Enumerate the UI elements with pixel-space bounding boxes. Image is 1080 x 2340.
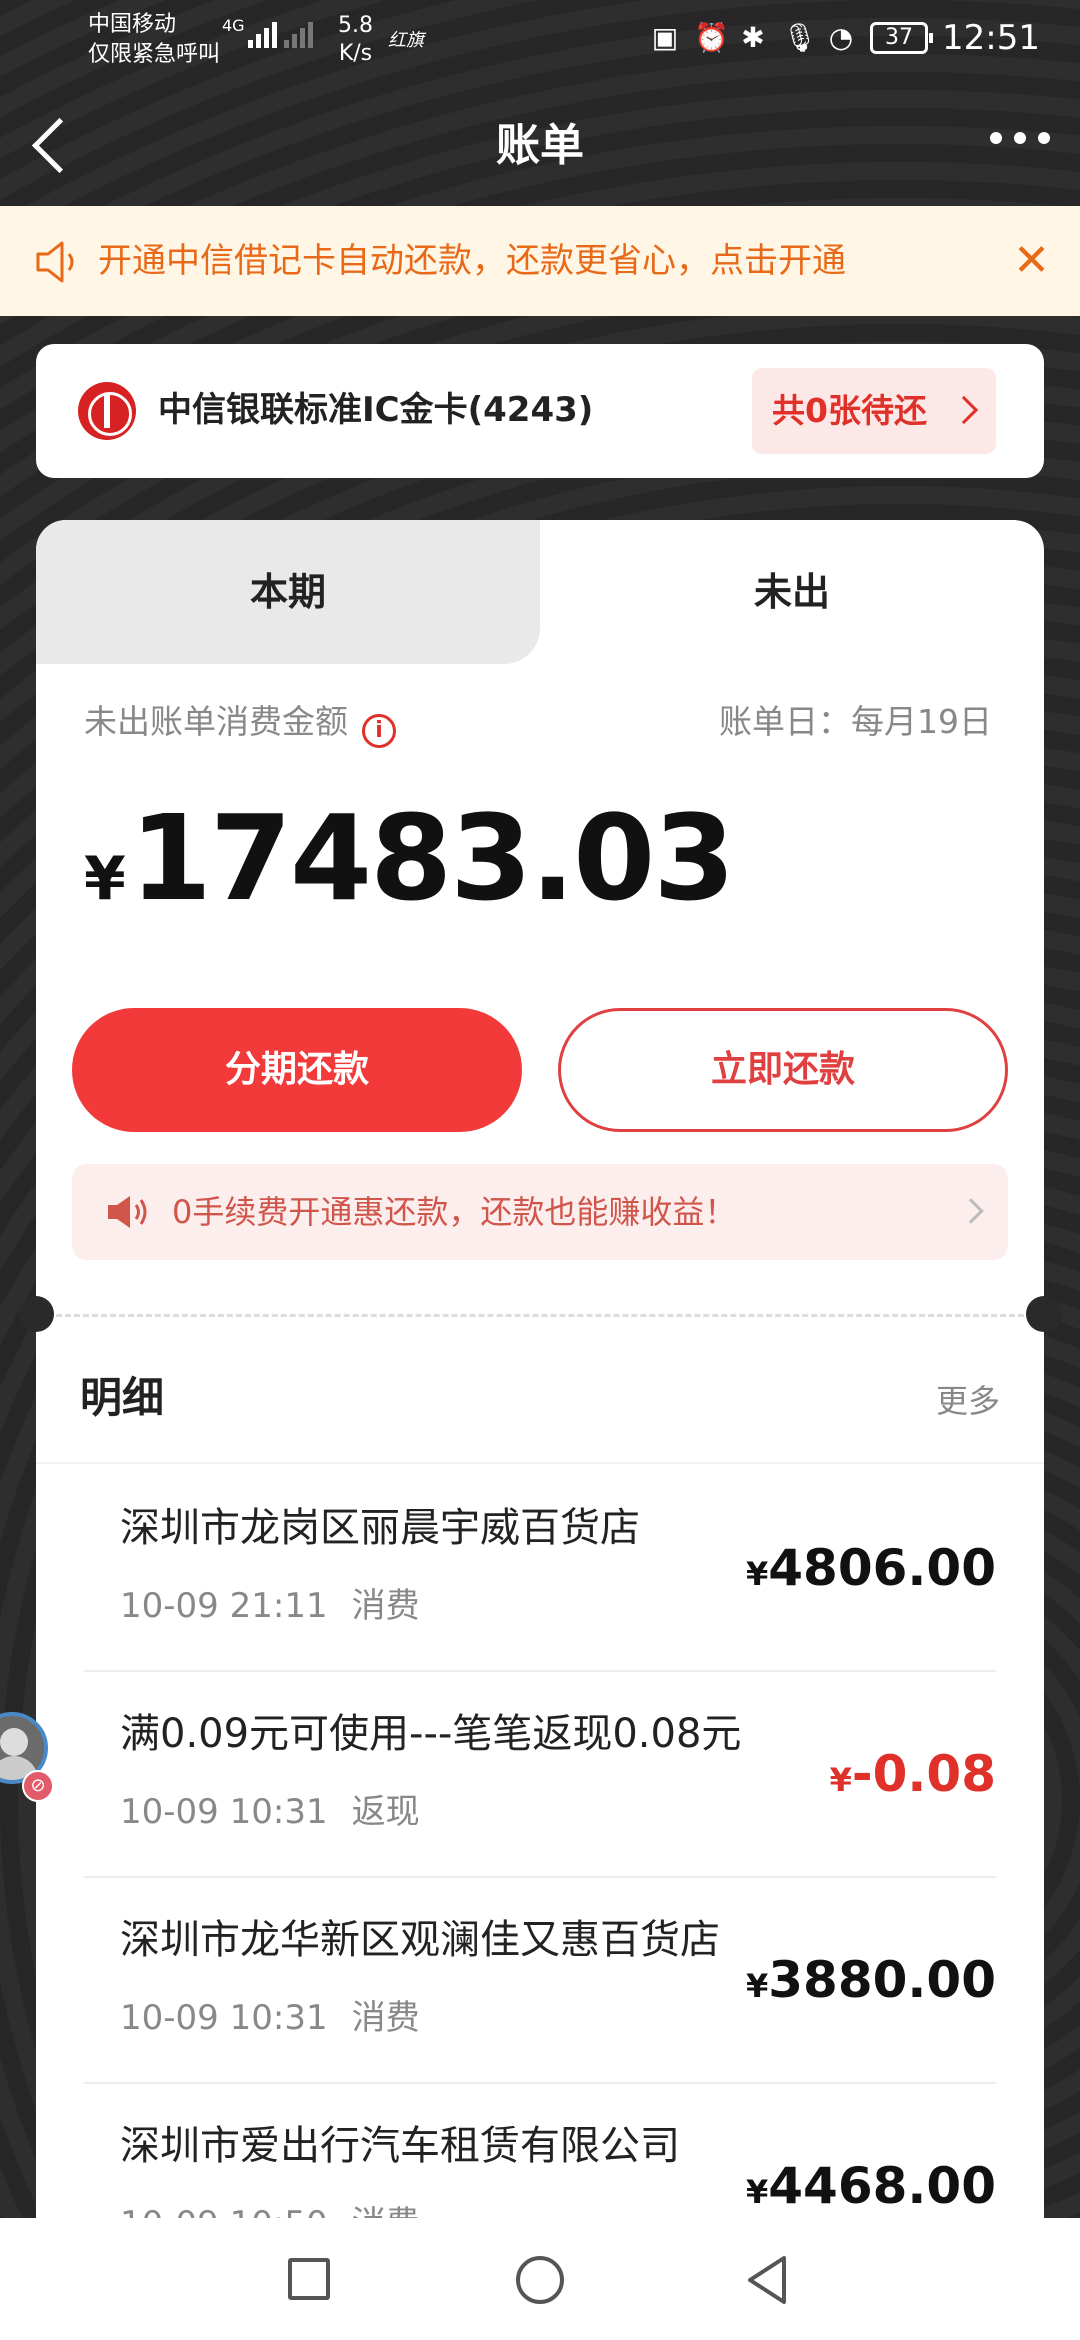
recent-apps-icon[interactable]	[288, 2258, 330, 2300]
back-nav-icon[interactable]	[744, 2254, 792, 2306]
installment-button[interactable]: 分期还款	[72, 1008, 522, 1132]
transaction-amount: ¥-0.08	[829, 1745, 996, 1803]
transaction-meta: 10-09 10:31 返现	[120, 1792, 420, 1832]
status-right: ▣ ⏰ ✱ 🎙 ◔ 37 12:51	[650, 18, 1040, 58]
details-title: 明细	[80, 1373, 165, 1422]
citic-bank-logo	[78, 382, 136, 440]
bill-card: 本期 未出 未出账单消费金额 i 账单日：每月19日 ¥17483.03 分期还款…	[36, 520, 1044, 2320]
transaction-row[interactable]: 深圳市龙华新区观澜佳又惠百货店 10-09 10:31 消费 ¥3880.00	[84, 1878, 996, 2084]
pay-now-button[interactable]: 立即还款	[558, 1008, 1008, 1132]
transaction-merchant: 满0.09元可使用---笔笔返现0.08元	[120, 1711, 742, 1757]
transaction-row[interactable]: 满0.09元可使用---笔笔返现0.08元 10-09 10:31 返现 ¥-0.…	[84, 1672, 996, 1878]
network-type: 4G	[222, 16, 245, 35]
network-speed: 5.8 K/s	[338, 13, 373, 66]
ticket-notch	[18, 1296, 54, 1332]
close-icon[interactable]: ✕	[1013, 236, 1050, 286]
tab-current-period[interactable]: 本期	[36, 520, 540, 664]
transaction-merchant: 深圳市龙岗区丽晨宇威百货店	[120, 1505, 640, 1551]
alarm-icon: ⏰	[694, 21, 729, 54]
pending-bills-label: 共0张待还	[772, 391, 927, 430]
card-selector[interactable]: 中信银联标准IC金卡(4243) 共0张待还	[36, 344, 1044, 478]
bluetooth-icon: ✱	[741, 21, 765, 54]
nfc-icon: ▣	[651, 21, 679, 54]
app-notification-icon: 红旗	[388, 30, 424, 51]
transaction-meta: 10-09 10:31 消费	[120, 1998, 420, 2038]
speaker-icon	[36, 241, 74, 283]
status-bar: 中国移动 仅限紧急呼叫 4G 5.8 K/s 红旗 ▣ ⏰ ✱ 🎙 ◔ 37 1…	[0, 0, 1080, 80]
transaction-amount: ¥4468.00	[746, 2157, 996, 2215]
transaction-amount: ¥4806.00	[746, 1539, 996, 1597]
transaction-merchant: 深圳市龙华新区观澜佳又惠百货店	[120, 1917, 720, 1963]
system-nav-bar	[0, 2218, 1080, 2340]
battery-icon: 37	[870, 22, 934, 54]
bill-day: 账单日：每月19日	[719, 702, 992, 741]
mute-icon: ⊘	[22, 1770, 54, 1802]
home-icon[interactable]	[516, 2256, 564, 2304]
chevron-right-icon	[949, 395, 979, 425]
autopay-notice-banner[interactable]: 开通中信借记卡自动还款，还款更省心，点击开通 ✕	[0, 206, 1080, 316]
carrier-name: 中国移动	[88, 12, 177, 37]
signal-no-service-icon	[284, 22, 313, 48]
notice-text: 开通中信借记卡自动还款，还款更省心，点击开通	[98, 241, 846, 281]
promo-banner[interactable]: 0手续费开通惠还款，还款也能赚收益！	[72, 1164, 1008, 1260]
tab-unposted[interactable]: 未出	[540, 520, 1044, 664]
clock: 12:51	[942, 18, 1040, 58]
transaction-meta: 10-09 21:11 消费	[120, 1586, 420, 1626]
divider	[56, 1314, 1024, 1317]
divider	[36, 1462, 1044, 1464]
nav-bar: 账单	[0, 80, 1080, 206]
transaction-amount: ¥3880.00	[746, 1951, 996, 2009]
amount-label: 未出账单消费金额 i	[84, 698, 396, 748]
carrier-status: 仅限紧急呼叫	[88, 42, 221, 67]
info-icon[interactable]: i	[362, 714, 396, 748]
signal-strength-icon	[248, 22, 277, 48]
amount-value: 17483.03	[129, 789, 736, 927]
pending-bills-button[interactable]: 共0张待还	[752, 368, 996, 454]
page-title: 账单	[496, 120, 584, 171]
transaction-row[interactable]: 深圳市龙岗区丽晨宇威百货店 10-09 21:11 消费 ¥4806.00	[84, 1466, 996, 1672]
card-name: 中信银联标准IC金卡(4243)	[158, 390, 594, 430]
microphone-icon: 🎙	[782, 21, 818, 54]
promo-text: 0手续费开通惠还款，还款也能赚收益！	[172, 1193, 737, 1231]
more-options-icon[interactable]	[990, 132, 1050, 152]
speed-gauge-icon: ◔	[828, 21, 854, 54]
chevron-right-icon	[958, 1198, 984, 1224]
details-more-link[interactable]: 更多	[936, 1376, 1000, 1426]
speaker-icon	[108, 1196, 147, 1228]
unposted-amount: ¥17483.03	[84, 788, 736, 949]
transaction-merchant: 深圳市爱出行汽车租赁有限公司	[120, 2123, 680, 2169]
currency-symbol: ¥	[84, 844, 126, 914]
ticket-notch	[1026, 1296, 1062, 1332]
carrier-info: 中国移动 仅限紧急呼叫	[88, 10, 220, 70]
